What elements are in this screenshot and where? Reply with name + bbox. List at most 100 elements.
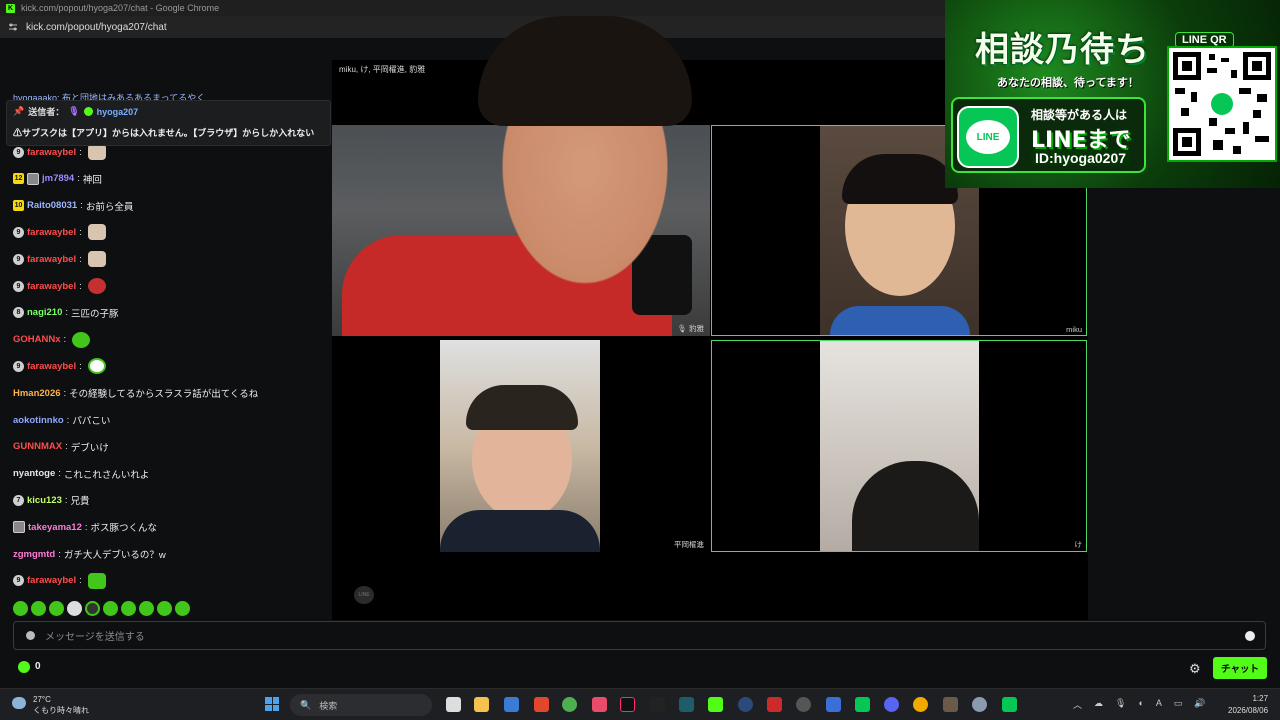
app-icon[interactable]: [943, 697, 958, 712]
line-icon[interactable]: [855, 697, 870, 712]
chat-username[interactable]: farawaybel: [27, 575, 76, 586]
pinned-message[interactable]: 📌 送信者： 🎙 hyoga207 ⚠サブスクは【アプリ】からは入れません。【ブ…: [6, 100, 331, 146]
chat-username[interactable]: nyantoge: [13, 468, 55, 479]
language-icon[interactable]: A: [1156, 698, 1162, 711]
chat-username[interactable]: GOHANNx: [13, 334, 61, 345]
subscriber-badge-icon: 9: [13, 280, 24, 292]
chat-username[interactable]: GUNNMAX: [13, 441, 62, 452]
pin-icon: 📌: [13, 106, 25, 116]
chat-message: 9 farawaybel:: [13, 277, 106, 295]
separator: :: [79, 146, 82, 158]
emote-icon: [87, 224, 106, 241]
emote-button[interactable]: [85, 601, 100, 616]
chat-username[interactable]: zgmgmtd: [13, 549, 55, 560]
file-explorer-icon[interactable]: [474, 697, 489, 712]
kick-icon[interactable]: [708, 697, 723, 712]
separator: :: [80, 200, 83, 212]
video-tile-ke: け: [711, 340, 1087, 552]
chat-username[interactable]: farawaybel: [27, 361, 76, 372]
chat-username[interactable]: farawaybel: [27, 281, 76, 292]
chat-username[interactable]: jm7894: [42, 173, 74, 184]
app-icon[interactable]: [826, 697, 841, 712]
tiktok-icon[interactable]: [620, 697, 635, 712]
windows-start-icon[interactable]: [265, 697, 279, 711]
chat-username[interactable]: nagi210: [27, 307, 62, 318]
volume-icon[interactable]: 🔊: [1194, 698, 1205, 711]
chat-text: 三匹の子豚: [71, 308, 119, 320]
emote-icon: [72, 331, 91, 348]
network-icon[interactable]: ▭: [1174, 698, 1183, 711]
line-icon[interactable]: [1002, 697, 1017, 712]
chat-message: Hman2026: その経験してるからスラスラ話が出てくるね: [13, 384, 258, 402]
app-icon[interactable]: [913, 697, 928, 712]
tile-label: 平岡櫂進: [674, 540, 704, 549]
weather-icon[interactable]: [12, 697, 26, 709]
emote-button[interactable]: [67, 601, 82, 616]
url-text[interactable]: kick.com/popout/hyoga207/chat: [26, 22, 167, 33]
emote-button[interactable]: [49, 601, 64, 616]
taskbar-search[interactable]: 🔍 検索: [290, 694, 432, 716]
app-icon[interactable]: [592, 697, 607, 712]
promo-line1: 相談等がある人は: [1031, 108, 1128, 122]
app-icon[interactable]: [650, 697, 665, 712]
chrome-icon[interactable]: [562, 697, 577, 712]
onedrive-icon[interactable]: ☁: [1094, 698, 1103, 711]
hiraoka-shirt: [440, 510, 600, 552]
miku-shirt: [830, 306, 970, 335]
chat-username[interactable]: farawaybel: [27, 254, 76, 265]
gear-icon[interactable]: ⚙: [1189, 661, 1201, 677]
verified-icon: [83, 107, 93, 116]
pinned-user[interactable]: hyoga207: [97, 107, 139, 117]
chat-text: お前ら全員: [85, 201, 134, 213]
subscriber-badge-icon: 9: [13, 146, 24, 158]
chat-username[interactable]: kicu123: [27, 495, 62, 506]
app-icon[interactable]: [796, 697, 811, 712]
app-icon[interactable]: [679, 697, 694, 712]
emote-button[interactable]: [175, 601, 190, 616]
chat-message-input[interactable]: メッセージを送信する: [13, 621, 1266, 650]
emote-button[interactable]: [139, 601, 154, 616]
chevron-up-icon[interactable]: ︿: [1073, 698, 1082, 711]
emote-button[interactable]: [121, 601, 136, 616]
emote-button[interactable]: [31, 601, 46, 616]
kick-favicon-icon: K: [6, 3, 15, 13]
app-icon[interactable]: [504, 697, 519, 712]
brave-icon[interactable]: [534, 697, 549, 712]
emoji-picker-icon[interactable]: [1245, 630, 1255, 641]
app-icon[interactable]: [767, 697, 782, 712]
separator: :: [79, 253, 82, 265]
chat-message: zgmgmtd: ガチ大人デブいるの？w: [13, 545, 166, 563]
chat-username[interactable]: farawaybel: [27, 227, 76, 238]
pinned-text: ⚠サブスクは【アプリ】からは入れません。【ブラウザ】からしか入れない: [13, 128, 315, 138]
chat-username[interactable]: aokotinnko: [13, 415, 64, 426]
chat-username[interactable]: Hman2026: [13, 388, 61, 399]
weather-widget[interactable]: 27°C くもり時々晴れ: [33, 694, 89, 716]
tile-label: 🎙 豹雅: [677, 324, 704, 333]
shield-icon[interactable]: [26, 631, 35, 640]
emote-button[interactable]: [13, 601, 28, 616]
emote-icon: [87, 358, 106, 375]
emote-quick-row: [13, 601, 190, 616]
taskbar-clock[interactable]: 1:27 2026/08/06: [1228, 693, 1268, 717]
site-info-icon[interactable]: [8, 22, 18, 32]
chat-message: 9 farawaybel:: [13, 250, 106, 268]
chat-username[interactable]: takeyama12: [28, 522, 82, 533]
system-tray[interactable]: ︿ ☁ 🎙 ◐ A ▭ 🔊: [1073, 698, 1206, 711]
emote-button[interactable]: [157, 601, 172, 616]
steam-icon[interactable]: [738, 697, 753, 712]
emote-button[interactable]: [103, 601, 118, 616]
microphone-icon[interactable]: 🎙: [1115, 698, 1126, 711]
discord-icon[interactable]: [884, 697, 899, 712]
address-bar[interactable]: kick.com/popout/hyoga207/chat: [0, 16, 945, 38]
settings-app-icon[interactable]: [972, 697, 987, 712]
subscriber-badge-icon: 9: [13, 226, 24, 238]
separator: :: [79, 360, 82, 372]
task-view-icon[interactable]: [446, 697, 461, 712]
level-badge-icon: 10: [13, 200, 24, 212]
chat-username[interactable]: Raito08031: [27, 200, 77, 211]
channel-points-icon[interactable]: [18, 661, 30, 673]
app-tray-icon[interactable]: ◐: [1138, 698, 1143, 711]
chat-username[interactable]: farawaybel: [27, 147, 76, 158]
send-chat-button[interactable]: チャット: [1213, 657, 1267, 679]
promo-line-id: ID:hyoga0207: [1031, 150, 1131, 166]
